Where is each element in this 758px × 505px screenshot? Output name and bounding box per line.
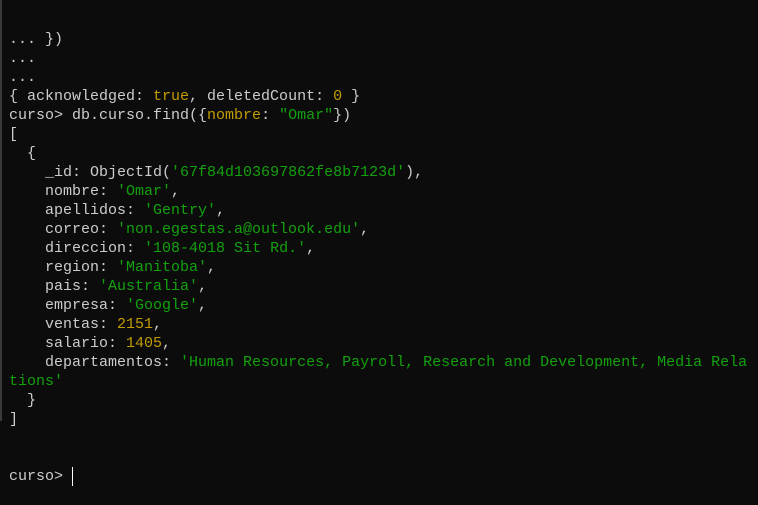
output-line: empresa: 'Google', <box>9 296 754 315</box>
output-lines: ... })......{ acknowledged: true, delete… <box>9 30 754 429</box>
text-token: , <box>360 221 370 238</box>
text-token: , <box>198 297 208 314</box>
text-token: } <box>342 88 361 105</box>
output-line: { acknowledged: true, deletedCount: 0 } <box>9 87 754 106</box>
text-token: , deletedCount: <box>189 88 334 105</box>
string-token: 'Gentry' <box>144 202 217 219</box>
terminal-output[interactable]: ... })......{ acknowledged: true, delete… <box>9 0 754 505</box>
text-token: curso> db.curso.find({ <box>9 107 208 124</box>
output-line: ... }) <box>9 30 754 49</box>
prompt: curso> <box>9 468 64 485</box>
string-token: tions' <box>9 373 64 390</box>
output-line: ... <box>9 68 754 87</box>
value-token: 1405 <box>126 335 163 352</box>
string-token: 'Australia' <box>99 278 199 295</box>
text-token: departamentos: <box>9 354 181 371</box>
output-line: correo: 'non.egestas.a@outlook.edu', <box>9 220 754 239</box>
text-token: empresa: <box>9 297 127 314</box>
prompt-line[interactable]: curso> <box>9 467 754 486</box>
text-token: ... <box>9 69 37 86</box>
text-token: ... }) <box>9 31 64 48</box>
text-token: , <box>153 316 163 333</box>
text-token: , <box>171 183 181 200</box>
output-line: tions' <box>9 372 754 391</box>
text-token: , <box>198 278 208 295</box>
output-line: curso> db.curso.find({nombre: "Omar"}) <box>9 106 754 125</box>
text-token: _id: ObjectId( <box>9 164 172 181</box>
text-token: : <box>261 107 280 124</box>
string-token: 'non.egestas.a@outlook.edu' <box>117 221 361 238</box>
text-token: { acknowledged: <box>9 88 154 105</box>
output-line: ventas: 2151, <box>9 315 754 334</box>
text-token: correo: <box>9 221 118 238</box>
output-line: apellidos: 'Gentry', <box>9 201 754 220</box>
text-token: apellidos: <box>9 202 145 219</box>
value-token: nombre <box>207 107 262 124</box>
string-token: 'Human Resources, Payroll, Research and … <box>180 354 748 371</box>
output-line: departamentos: 'Human Resources, Payroll… <box>9 353 754 372</box>
value-token: true <box>153 88 190 105</box>
text-token: ), <box>405 164 424 181</box>
text-token: ... <box>9 50 37 67</box>
output-line: direccion: '108-4018 Sit Rd.', <box>9 239 754 258</box>
string-token: 'Omar' <box>117 183 172 200</box>
text-token: nombre: <box>9 183 118 200</box>
text-token: { <box>9 145 37 162</box>
output-line: nombre: 'Omar', <box>9 182 754 201</box>
string-token: '108-4018 Sit Rd.' <box>144 240 307 257</box>
text-token: salario: <box>9 335 127 352</box>
text-cursor <box>72 467 74 486</box>
text-token: ventas: <box>9 316 118 333</box>
window-border <box>0 0 2 421</box>
output-line: [ <box>9 125 754 144</box>
text-token: , <box>207 259 217 276</box>
output-line: region: 'Manitoba', <box>9 258 754 277</box>
output-line: } <box>9 391 754 410</box>
value-token: 0 <box>333 88 343 105</box>
text-token: [ <box>9 126 19 143</box>
text-token: }) <box>333 107 352 124</box>
text-token: , <box>306 240 316 257</box>
string-token: 'Manitoba' <box>117 259 208 276</box>
text-token: direccion: <box>9 240 145 257</box>
text-token: , <box>162 335 172 352</box>
string-token: '67f84d103697862fe8b7123d' <box>171 164 406 181</box>
string-token: 'Google' <box>126 297 199 314</box>
output-line: ... <box>9 49 754 68</box>
text-token: pais: <box>9 278 100 295</box>
output-line: { <box>9 144 754 163</box>
output-line: _id: ObjectId('67f84d103697862fe8b7123d'… <box>9 163 754 182</box>
value-token: 2151 <box>117 316 154 333</box>
text-token: } <box>9 392 37 409</box>
output-line: pais: 'Australia', <box>9 277 754 296</box>
output-line: salario: 1405, <box>9 334 754 353</box>
text-token: ] <box>9 411 19 428</box>
text-token: , <box>216 202 226 219</box>
text-token: region: <box>9 259 118 276</box>
output-line: ] <box>9 410 754 429</box>
string-token: "Omar" <box>279 107 334 124</box>
